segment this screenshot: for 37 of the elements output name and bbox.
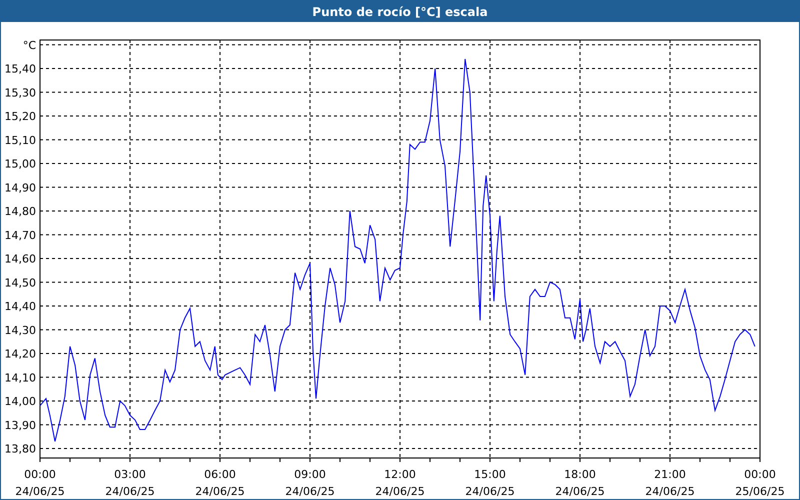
chart-title: Punto de rocío [°C] escala [312, 4, 488, 18]
date-label: 24/06/25 [465, 485, 515, 498]
y-axis-label: 14,90 [4, 181, 36, 194]
y-axis-label: 13,80 [4, 442, 36, 456]
y-axis-label: 14,10 [4, 371, 36, 384]
y-axis-label: 14,70 [4, 228, 36, 242]
y-axis-label: 14,50 [4, 276, 36, 290]
y-axis-label: 14,40 [4, 300, 36, 313]
date-label: 24/06/25 [555, 485, 605, 498]
y-axis-label: 13,90 [4, 418, 36, 432]
x-axis-label: 18:00 [564, 468, 596, 481]
date-label: 25/06/25 [735, 485, 785, 498]
date-label: 24/06/25 [105, 485, 155, 498]
date-label: 24/06/25 [15, 485, 65, 498]
date-label: 24/06/25 [375, 485, 425, 498]
y-axis-label: 15,30 [4, 86, 36, 100]
y-axis-label: 14,80 [4, 205, 36, 218]
x-axis-label: 00:00 [744, 468, 776, 481]
x-axis-label: 12:00 [384, 468, 416, 481]
y-axis-label: 15,10 [4, 134, 36, 147]
x-axis-label: 09:00 [294, 468, 326, 481]
x-axis-label: 06:00 [204, 468, 236, 481]
y-axis-label: 14,00 [4, 395, 36, 408]
x-axis-label: 15:00 [474, 468, 506, 481]
y-axis-label: 14,20 [4, 348, 36, 360]
x-axis-label: 03:00 [114, 468, 146, 481]
date-label: 24/06/25 [645, 485, 695, 498]
x-axis-label: 21:00 [654, 468, 686, 481]
x-axis-label: 00:00 [24, 468, 56, 481]
date-label: 24/06/25 [195, 485, 245, 498]
y-axis-label: 14,30 [4, 324, 36, 337]
y-axis-label: °C [22, 38, 36, 52]
y-axis-label: 15,40 [4, 62, 36, 76]
y-axis-label: 15,00 [4, 158, 36, 170]
y-axis-label: 15,20 [4, 110, 36, 123]
y-axis-label: 14,60 [4, 252, 36, 266]
date-label: 24/06/25 [285, 485, 335, 498]
